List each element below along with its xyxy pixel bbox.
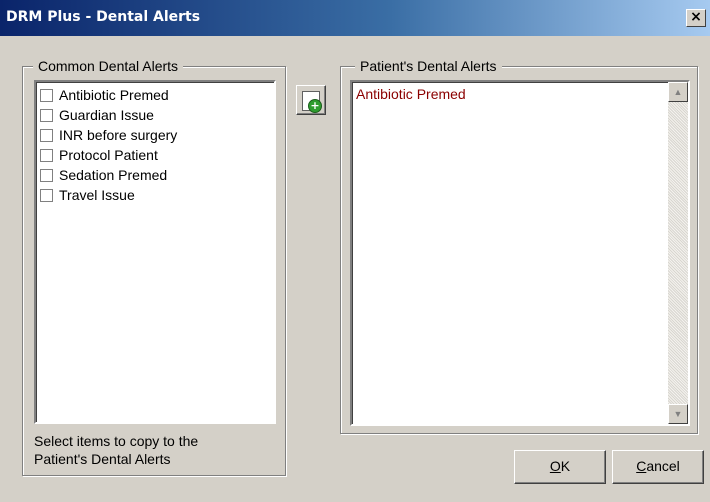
checkbox[interactable] xyxy=(40,188,53,202)
instruction-text: Select items to copy to the Patient's De… xyxy=(34,432,274,468)
list-item[interactable]: Guardian Issue xyxy=(40,105,154,125)
list-item[interactable]: INR before surgery xyxy=(40,125,177,145)
scroll-up-button[interactable]: ▲ xyxy=(668,82,688,102)
close-icon: × xyxy=(690,9,702,25)
list-item-label: Travel Issue xyxy=(59,187,135,203)
list-item[interactable]: Travel Issue xyxy=(40,185,135,205)
plus-icon: + xyxy=(308,99,322,113)
list-item-label: Protocol Patient xyxy=(59,147,158,163)
instruction-line-1: Select items to copy to the xyxy=(34,433,199,449)
cancel-label: ancel xyxy=(646,458,680,474)
list-item-label: INR before surgery xyxy=(59,127,178,143)
dental-alerts-dialog: DRM Plus - Dental Alerts × Common Dental… xyxy=(0,0,710,502)
arrow-down-icon: ▼ xyxy=(673,409,683,419)
common-alerts-list[interactable]: Antibiotic Premed Guardian Issue INR bef… xyxy=(34,80,276,424)
list-item[interactable]: Protocol Patient xyxy=(40,145,158,165)
checkbox[interactable] xyxy=(40,168,53,182)
checkbox[interactable] xyxy=(40,88,53,102)
ok-mnemonic: O xyxy=(549,458,561,474)
common-alerts-legend: Common Dental Alerts xyxy=(33,58,184,74)
window-title: DRM Plus - Dental Alerts xyxy=(6,9,201,25)
checkbox[interactable] xyxy=(40,148,53,162)
ok-label: K xyxy=(560,458,571,474)
list-item[interactable]: Sedation Premed xyxy=(40,165,167,185)
copy-to-patient-button[interactable]: + xyxy=(296,85,326,115)
scroll-down-button[interactable]: ▼ xyxy=(668,404,688,424)
cancel-button[interactable]: Cancel xyxy=(612,450,704,484)
patient-alerts-legend: Patient's Dental Alerts xyxy=(355,58,502,74)
instruction-line-2: Patient's Dental Alerts xyxy=(34,451,171,467)
title-bar[interactable]: DRM Plus - Dental Alerts × xyxy=(0,0,710,36)
checkbox[interactable] xyxy=(40,108,53,122)
add-document-icon: + xyxy=(302,91,322,113)
list-item-label: Antibiotic Premed xyxy=(59,87,169,103)
ok-button[interactable]: OK xyxy=(514,450,606,484)
arrow-up-icon: ▲ xyxy=(673,87,683,97)
list-item-label: Guardian Issue xyxy=(59,107,154,123)
list-item[interactable]: Antibiotic Premed xyxy=(356,86,466,102)
list-item[interactable]: Antibiotic Premed xyxy=(40,85,169,105)
list-item-label: Sedation Premed xyxy=(59,167,168,183)
patient-alerts-list[interactable]: Antibiotic Premed ▲ ▼ xyxy=(350,80,690,426)
close-button[interactable]: × xyxy=(686,9,706,27)
cancel-mnemonic: C xyxy=(636,458,647,474)
checkbox[interactable] xyxy=(40,128,53,142)
vertical-scrollbar[interactable]: ▲ ▼ xyxy=(668,82,688,424)
